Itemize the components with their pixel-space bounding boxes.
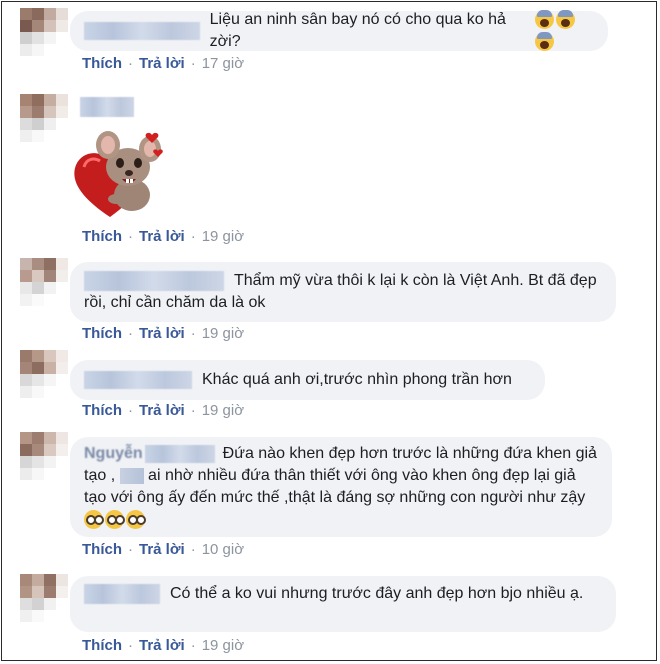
- avatar[interactable]: [20, 94, 68, 142]
- heart-mouse-sticker: [70, 125, 170, 221]
- comment-bubble: Có thể a ko vui nhưng trước đây anh đẹp …: [70, 576, 616, 632]
- separator: ·: [128, 637, 133, 654]
- avatar[interactable]: [20, 574, 68, 622]
- reply-link[interactable]: Trả lời: [139, 228, 185, 246]
- separator: ·: [128, 541, 133, 558]
- comment-actions: Thích · Trả lời · 19 giờ: [82, 325, 244, 343]
- tagged-name[interactable]: [119, 467, 144, 484]
- commenter-name[interactable]: [84, 371, 192, 389]
- comment-timestamp[interactable]: 10 giờ: [202, 541, 244, 559]
- reply-link[interactable]: Trả lời: [139, 325, 185, 343]
- comment-text: ai nhờ nhiều đứa thân thiết với ông vào …: [84, 467, 586, 506]
- glasses-emoji-icon: [84, 510, 147, 530]
- comment-bubble: Liệu an ninh sân bay nó có cho qua ko hả…: [70, 9, 608, 53]
- separator: ·: [190, 228, 196, 245]
- like-link[interactable]: Thích: [82, 55, 122, 73]
- separator: ·: [128, 228, 133, 245]
- comment-timestamp[interactable]: 19 giờ: [202, 637, 244, 655]
- reply-link[interactable]: Trả lời: [139, 637, 185, 655]
- avatar[interactable]: [20, 258, 68, 306]
- separator: ·: [190, 541, 196, 558]
- commenter-name[interactable]: [84, 22, 200, 40]
- like-link[interactable]: Thích: [82, 228, 122, 246]
- separator: ·: [190, 402, 196, 419]
- like-link[interactable]: Thích: [82, 637, 122, 655]
- comment-bubble: Khác quá anh ơi,trước nhìn phong trần hơ…: [70, 360, 545, 400]
- reply-link[interactable]: Trả lời: [139, 402, 185, 420]
- comment-bubble: Nguyễn Đứa nào khen đẹp hơn trước là nhữ…: [70, 437, 612, 537]
- separator: ·: [128, 55, 133, 72]
- commenter-name[interactable]: [80, 97, 134, 117]
- separator: ·: [128, 402, 133, 419]
- commenter-name-partial: Nguyễn: [84, 445, 143, 462]
- comment-timestamp[interactable]: 19 giờ: [202, 325, 244, 343]
- avatar[interactable]: [20, 432, 68, 480]
- reply-link[interactable]: Trả lời: [139, 541, 185, 559]
- comment-timestamp[interactable]: 19 giờ: [202, 402, 244, 420]
- comment-timestamp[interactable]: 17 giờ: [202, 55, 244, 73]
- comment-actions: Thích · Trả lời · 19 giờ: [82, 402, 244, 420]
- like-link[interactable]: Thích: [82, 402, 122, 420]
- separator: ·: [190, 637, 196, 654]
- comment-actions: Thích · Trả lời · 19 giờ: [82, 637, 244, 655]
- scream-emoji-icon: [533, 9, 594, 53]
- commenter-name[interactable]: [84, 271, 224, 291]
- comment-text: Liệu an ninh sân bay nó có cho qua ko hả…: [209, 11, 506, 50]
- commenter-name[interactable]: Nguyễn: [84, 443, 215, 465]
- separator: ·: [190, 55, 196, 72]
- comment-actions: Thích · Trả lời · 10 giờ: [82, 541, 244, 559]
- comment-text: Có thể a ko vui nhưng trước đây anh đẹp …: [170, 585, 584, 602]
- reply-link[interactable]: Trả lời: [139, 55, 185, 73]
- commenter-name[interactable]: [84, 584, 160, 604]
- avatar[interactable]: [20, 350, 68, 398]
- separator: ·: [190, 325, 196, 342]
- like-link[interactable]: Thích: [82, 325, 122, 343]
- separator: ·: [128, 325, 133, 342]
- like-link[interactable]: Thích: [82, 541, 122, 559]
- avatar[interactable]: [20, 8, 68, 56]
- comment-text: Khác quá anh ơi,trước nhìn phong trần hơ…: [202, 371, 512, 388]
- comment-bubble: Thẩm mỹ vừa thôi k lại k còn là Việt Anh…: [70, 262, 616, 322]
- comment-timestamp[interactable]: 19 giờ: [202, 228, 244, 246]
- comment-actions: Thích · Trả lời · 17 giờ: [82, 55, 244, 73]
- comment-actions: Thích · Trả lời · 19 giờ: [82, 228, 244, 246]
